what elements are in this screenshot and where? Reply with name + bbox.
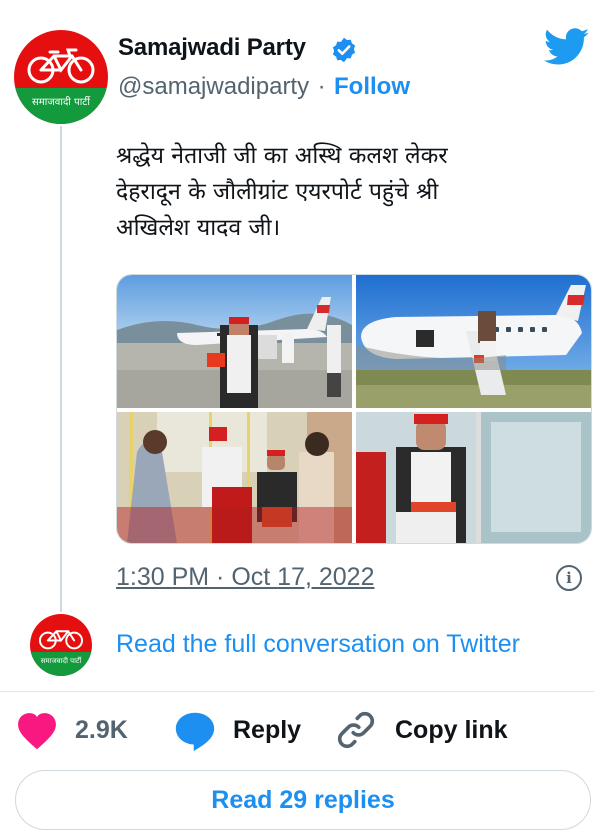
read-full-conversation-link[interactable]: Read the full conversation on Twitter xyxy=(116,630,520,659)
tweet-text: श्रद्धेय नेताजी जी का अस्थि कलश लेकर देह… xyxy=(116,138,576,246)
bicycle-logo-icon xyxy=(38,630,84,650)
avatar-party-text: समाजवादी पार्टी xyxy=(32,97,90,108)
tweet-line: अखिलेश यादव जी। xyxy=(116,215,281,241)
photo-1-image xyxy=(117,275,352,408)
heart-icon[interactable] xyxy=(15,710,59,750)
media-grid[interactable] xyxy=(116,274,592,544)
copy-link-button[interactable]: Copy link xyxy=(395,716,508,745)
conversation-avatar[interactable]: समाजवादी पार्टी xyxy=(30,614,92,676)
photo-jet-stairs[interactable] xyxy=(356,275,591,408)
photo-2-image xyxy=(356,275,591,408)
author-handle[interactable]: @samajwadiparty xyxy=(118,73,309,100)
author-avatar[interactable]: समाजवादी पार्टी xyxy=(14,30,108,124)
follow-button[interactable]: Follow xyxy=(334,73,410,100)
photo-bus-seated[interactable] xyxy=(356,412,591,543)
photo-airplane-tarmac[interactable] xyxy=(117,275,352,408)
verified-badge-icon xyxy=(332,37,356,63)
reply-button[interactable]: Reply xyxy=(233,716,301,745)
photo-3-image xyxy=(117,412,352,543)
bicycle-logo-icon xyxy=(27,48,95,84)
thread-line xyxy=(60,126,62,612)
avatar-party-text: समाजवादी पार्टी xyxy=(40,657,82,665)
divider xyxy=(0,691,594,692)
twitter-bird-icon[interactable] xyxy=(544,28,590,66)
photo-bus-interior-group[interactable] xyxy=(117,412,352,543)
photo-4-image xyxy=(356,412,591,543)
tweet-timestamp[interactable]: 1:30 PM · Oct 17, 2022 xyxy=(116,563,374,592)
info-icon[interactable]: i xyxy=(556,565,582,591)
reply-bubble-icon[interactable] xyxy=(173,710,217,752)
likes-count: 2.9K xyxy=(75,716,128,744)
author-name[interactable]: Samajwadi Party xyxy=(118,34,306,62)
handle-separator: · xyxy=(317,73,326,100)
read-replies-button[interactable]: Read 29 replies xyxy=(15,770,591,830)
tweet-line: देहरादून के जौलीग्रांट एयरपोर्ट पहुंचे श… xyxy=(116,179,439,205)
tweet-line: श्रद्धेय नेताजी जी का अस्थि कलश लेकर xyxy=(116,143,448,169)
link-icon[interactable] xyxy=(334,708,378,752)
handle-row: @samajwadiparty · Follow xyxy=(118,73,410,101)
